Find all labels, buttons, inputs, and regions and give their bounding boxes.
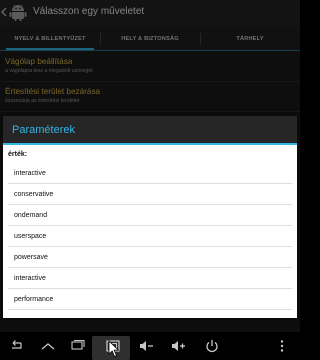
system-nav-bar [0,332,300,360]
home-icon[interactable] [40,338,56,354]
option-item[interactable]: conservative [8,184,292,205]
option-item[interactable]: interactive [8,163,292,184]
back-icon[interactable] [8,338,24,354]
app-screen: Válasszon egy műveletet NYELV & BILLENTY… [0,0,300,332]
option-item[interactable]: interactive [8,268,292,289]
value-label: érték: [8,151,28,158]
power-icon[interactable] [204,338,220,354]
recent-apps-icon[interactable] [70,338,86,354]
dialog-body: érték: interactive conservative ondemand… [3,145,297,318]
volume-down-icon[interactable] [138,338,154,354]
dialog-title: Paraméterek [12,124,75,136]
mouse-pointer-icon [108,340,120,358]
option-item[interactable]: powersave [8,247,292,268]
option-item[interactable]: ondemand [8,205,292,226]
parameters-dialog: Paraméterek érték: interactive conservat… [3,116,297,318]
volume-up-icon[interactable] [170,338,186,354]
option-item[interactable]: userspace [8,226,292,247]
option-item[interactable]: performance [8,289,292,310]
option-list: interactive conservative ondemand usersp… [8,163,292,310]
overflow-menu-icon[interactable] [274,338,290,354]
